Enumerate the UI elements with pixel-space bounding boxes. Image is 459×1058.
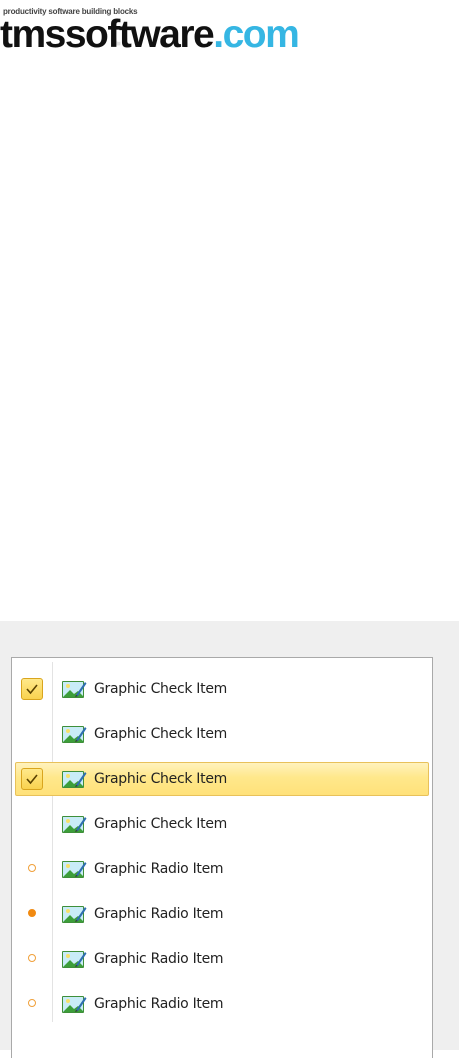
logo-reflection: tmssoftware.com [0,38,298,52]
menu-item-label: Graphic Radio Item [94,906,224,922]
menu-item-label: Graphic Check Item [94,816,227,832]
graphic-image-icon [61,814,87,836]
radio-unselected-icon [28,864,36,872]
menu-item-check[interactable]: Graphic Check Item [15,762,429,796]
popup-menu: Graphic Check Item Graphic Check Item Grap… [11,657,433,1058]
menu-item-radio[interactable]: Graphic Radio Item [15,942,429,976]
graphic-image-icon [61,994,87,1016]
graphic-image-icon [61,724,87,746]
menu-item-label: Graphic Radio Item [94,996,224,1012]
graphic-image-icon [61,679,87,701]
graphic-image-icon [61,949,87,971]
menu-item-radio[interactable]: Graphic Radio Item [15,987,429,1021]
menu-item-label: Graphic Radio Item [94,861,224,877]
menu-item-label: Graphic Radio Item [94,951,224,967]
checkmark-icon [21,678,43,700]
menu-item-check[interactable]: Graphic Check Item [15,717,429,751]
radio-unselected-icon [28,954,36,962]
menu-item-check[interactable]: Graphic Check Item [15,807,429,841]
graphic-image-icon [61,904,87,926]
menu-item-label: Graphic Check Item [94,771,227,787]
menu-item-label: Graphic Check Item [94,726,227,742]
radio-unselected-icon [28,999,36,1007]
graphic-image-icon [61,769,87,791]
menu-item-radio[interactable]: Graphic Radio Item [15,897,429,931]
menu-item-label: Graphic Check Item [94,681,227,697]
menu-panel: Graphic Check Item Graphic Check Item Grap… [0,621,459,1058]
radio-selected-icon [28,909,36,917]
tmssoftware-logo: productivity software building blocks tm… [0,4,330,64]
graphic-image-icon [61,859,87,881]
menu-item-check[interactable]: Graphic Check Item [15,672,429,706]
checkmark-icon [21,768,43,790]
menu-item-radio[interactable]: Graphic Radio Item [15,852,429,886]
